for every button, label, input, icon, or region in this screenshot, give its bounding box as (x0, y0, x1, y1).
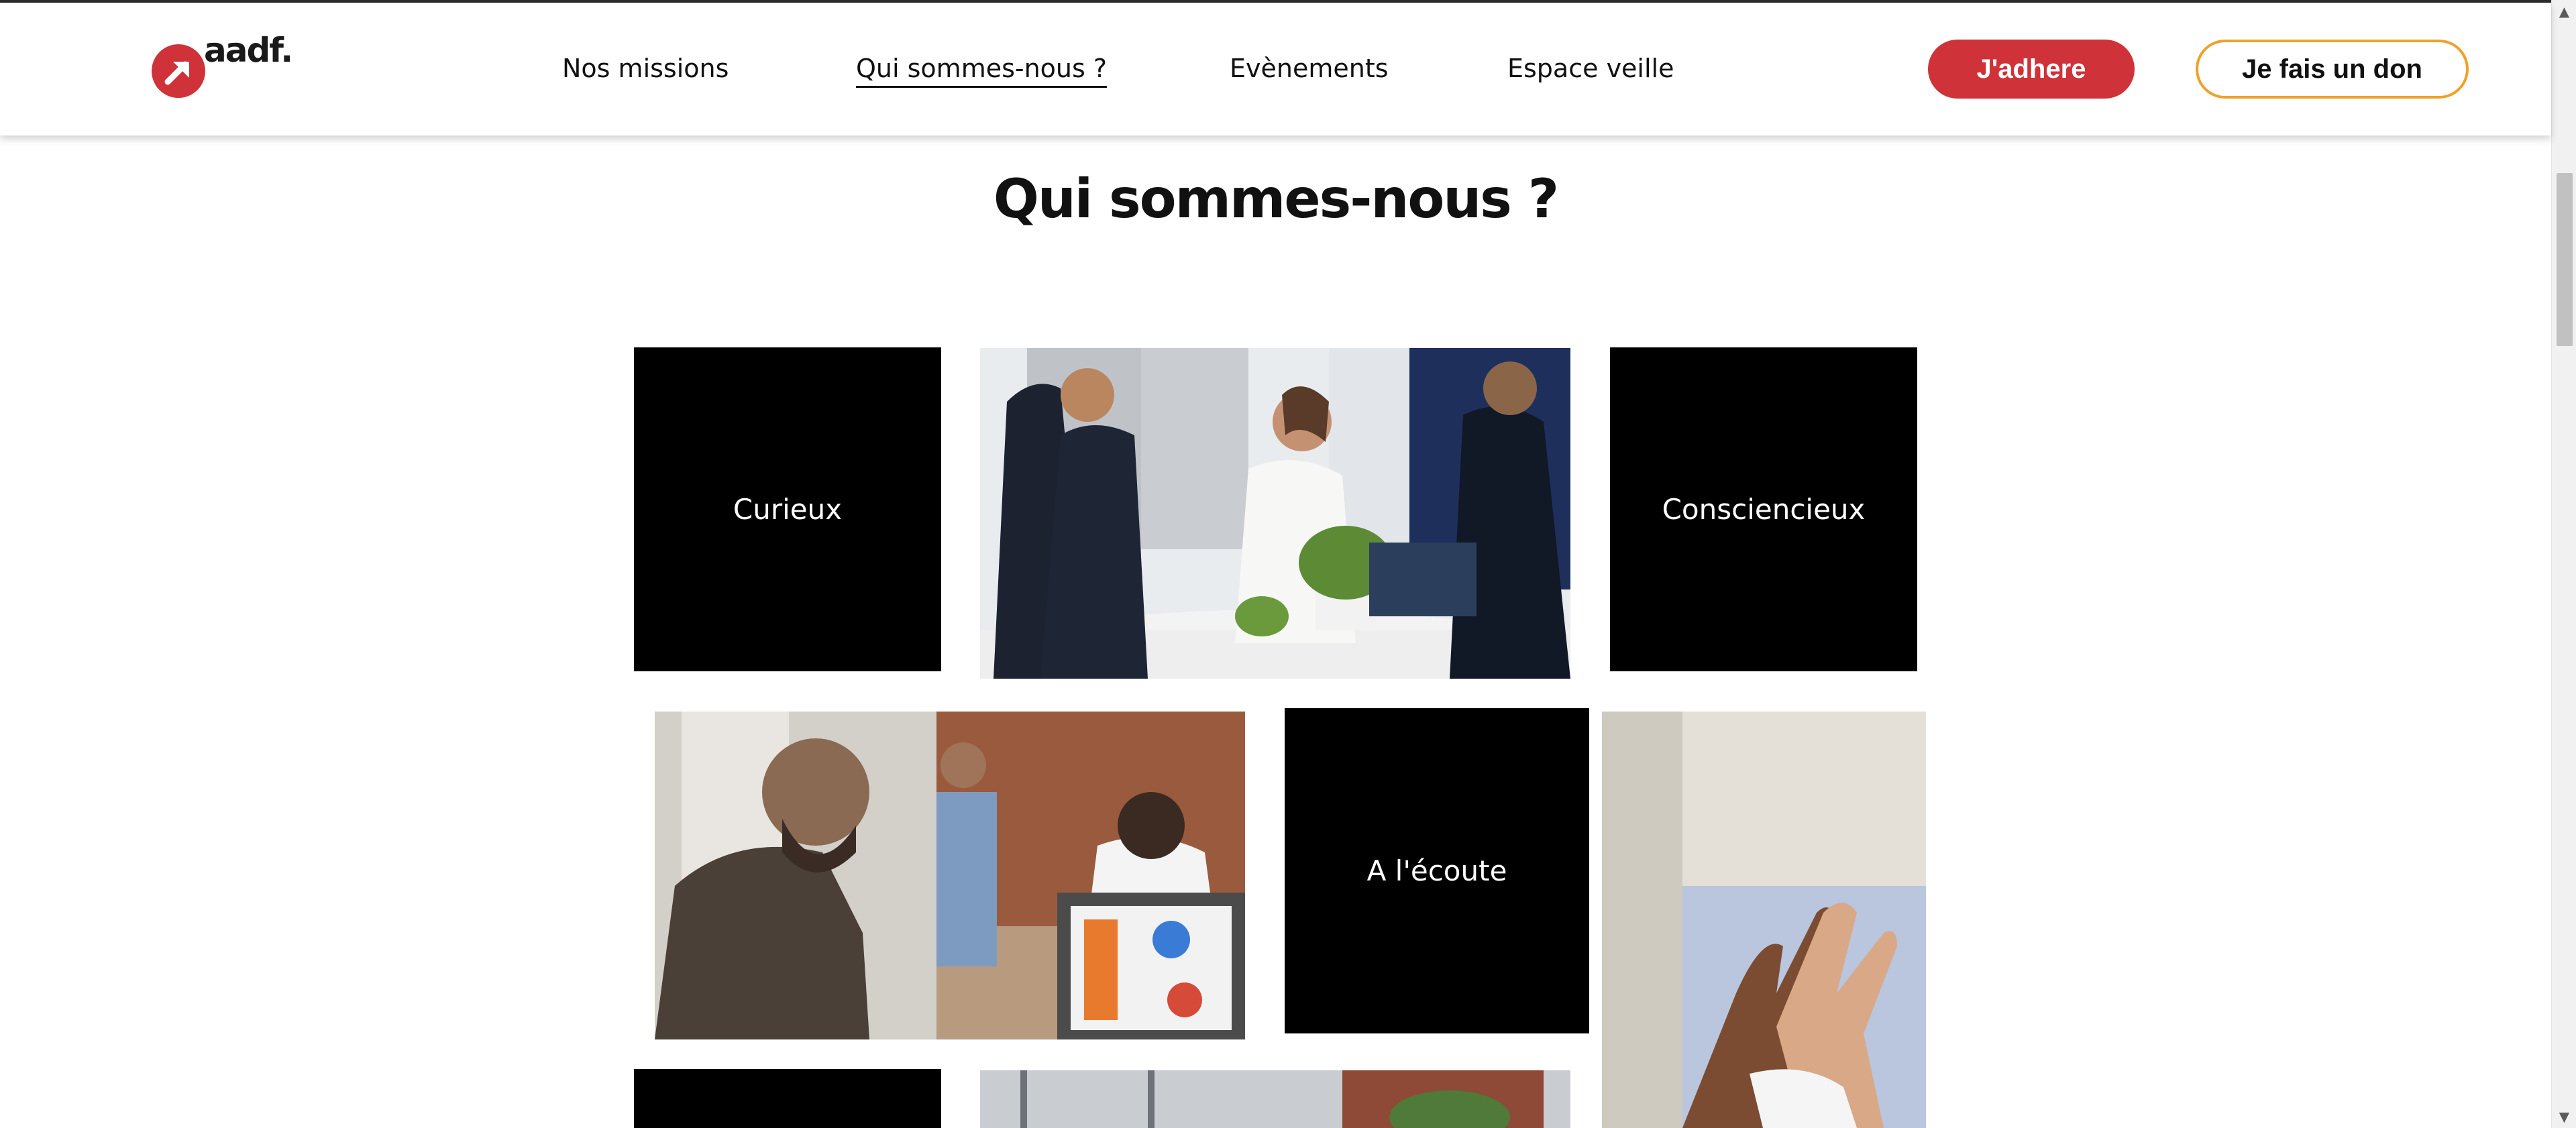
site-logo[interactable]: aadf. (152, 34, 293, 101)
nav-nos-missions[interactable]: Nos missions (562, 54, 729, 83)
nav-evenements[interactable]: Evènements (1230, 54, 1389, 83)
value-tile-consciencieux: Consciencieux (1610, 347, 1917, 671)
nav-espace-veille[interactable]: Espace veille (1507, 54, 1674, 83)
logo-wordmark: aadf. (204, 31, 293, 70)
page-title: Qui sommes-nous ? (993, 168, 1559, 230)
office-presentation-photo (655, 712, 1245, 1039)
team-meeting-photo (980, 348, 1570, 679)
scroll-thumb[interactable] (2557, 173, 2573, 346)
tile-label: A l'écoute (1366, 854, 1507, 887)
donate-button[interactable]: Je fais un don (2196, 40, 2469, 99)
adhere-button[interactable]: J'adhere (1928, 40, 2135, 99)
high-five-photo (1602, 712, 1926, 1128)
office-window-photo (980, 1070, 1570, 1128)
nav-qui-sommes-nous[interactable]: Qui sommes-nous ? (856, 54, 1108, 88)
value-tile-curieux: Curieux (634, 347, 941, 671)
value-tile-partial (634, 1069, 941, 1128)
site-header: aadf. Nos missions Qui sommes-nous ? Evè… (0, 3, 2551, 135)
chevron-up-icon[interactable]: ▲ (2552, 0, 2576, 23)
value-tile-a-l-ecoute: A l'écoute (1285, 708, 1589, 1033)
arrow-up-right-icon (152, 44, 205, 98)
page-scrollbar[interactable]: ▲ ▼ (2551, 0, 2576, 1128)
chevron-down-icon[interactable]: ▼ (2552, 1105, 2576, 1128)
tile-label: Curieux (733, 493, 843, 526)
tile-label: Consciencieux (1662, 493, 1866, 526)
